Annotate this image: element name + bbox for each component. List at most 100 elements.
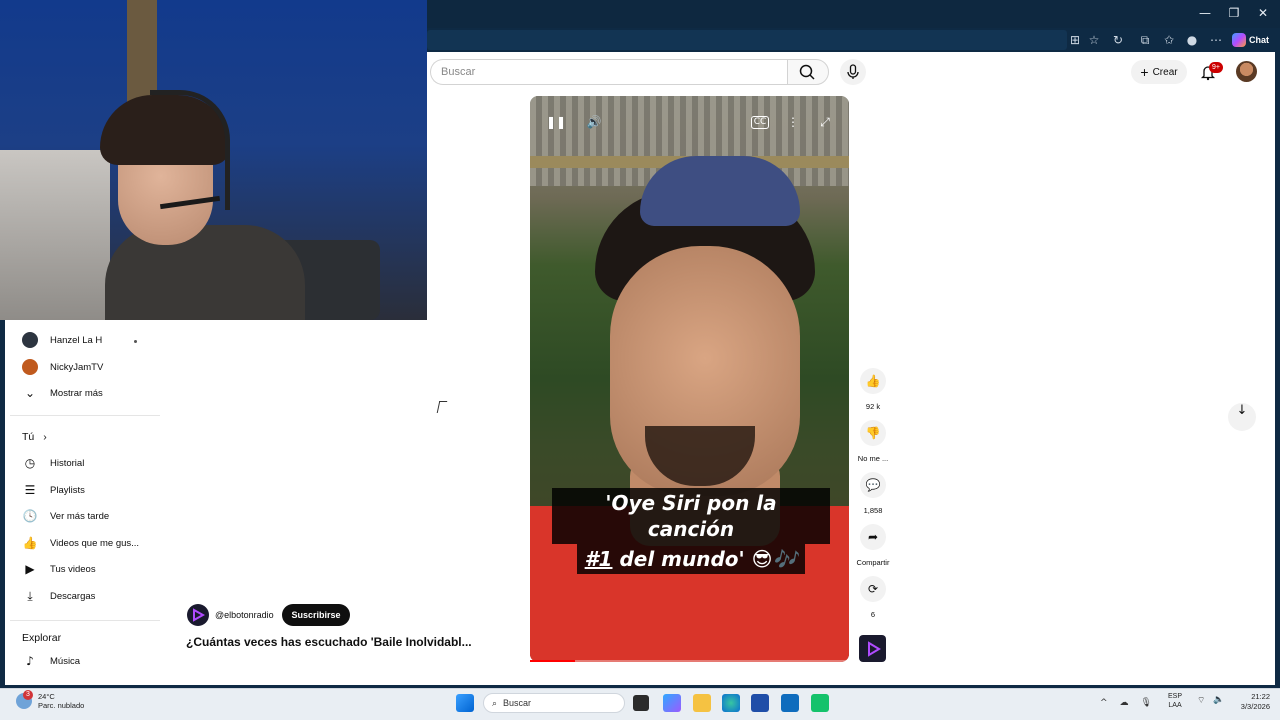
sidebar-item-label: Música bbox=[50, 655, 81, 667]
microphone-icon[interactable]: 🎙 bbox=[1141, 698, 1152, 708]
extensions-icon[interactable]: ⧉ bbox=[1136, 31, 1154, 49]
channel-avatar bbox=[22, 359, 38, 375]
caption-line-1: 'Oye Siri pon la canción bbox=[552, 488, 830, 544]
clock-time: 21:22 bbox=[1251, 692, 1270, 701]
address-bar[interactable] bbox=[427, 30, 1067, 50]
remix-count: 6 bbox=[870, 610, 876, 619]
comments-button[interactable]: 💬 bbox=[860, 472, 886, 498]
refresh-icon[interactable]: ↻ bbox=[1109, 31, 1127, 49]
copilot-app-icon[interactable] bbox=[663, 694, 681, 712]
volume-icon[interactable]: 🔊 bbox=[584, 112, 604, 132]
task-view-icon[interactable] bbox=[633, 695, 649, 711]
sidebar-you-heading[interactable]: Tú › bbox=[22, 431, 47, 443]
store-icon[interactable] bbox=[751, 694, 769, 712]
channel-avatar bbox=[22, 332, 38, 348]
input-language[interactable]: ESP LAA bbox=[1168, 692, 1182, 710]
chevron-up-icon[interactable]: ^ bbox=[1100, 698, 1108, 708]
comment-icon: 💬 bbox=[865, 478, 881, 492]
sidebar-subscription-nickyjam[interactable]: NickyJamTV bbox=[22, 356, 103, 378]
wifi-icon[interactable]: ⌔ bbox=[1197, 695, 1205, 706]
caption-line-2-rest: del mundo' 😎🎶 bbox=[612, 547, 798, 571]
short-channel-name[interactable]: @elbotonradio bbox=[215, 610, 274, 620]
subscribe-button[interactable]: Suscribirse bbox=[282, 604, 350, 626]
close-icon[interactable]: ✕ bbox=[1248, 4, 1278, 22]
caption-line-2: #1 del mundo' 😎🎶 bbox=[576, 544, 806, 574]
like-button[interactable]: 👍 bbox=[860, 368, 886, 394]
weather-temperature: 24°C bbox=[38, 692, 55, 701]
music-icon: ♪ bbox=[26, 654, 34, 668]
short-channel-avatar[interactable] bbox=[187, 604, 209, 626]
comment-count: 1,858 bbox=[863, 506, 883, 515]
sidebar-item-label: Tus videos bbox=[50, 563, 96, 575]
sidebar-subscription-hanzel[interactable]: Hanzel La H bbox=[22, 329, 102, 351]
sidebar-item-playlists[interactable]: ☰ Playlists bbox=[22, 479, 85, 501]
remix-button[interactable]: ⟳ bbox=[860, 576, 886, 602]
sidebar-item-watch-later[interactable]: 🕓 Ver más tarde bbox=[22, 505, 110, 527]
taskbar-search[interactable]: ⌕ Buscar bbox=[483, 693, 625, 713]
next-short-button[interactable]: ↓ bbox=[1228, 403, 1256, 431]
voice-search-button[interactable] bbox=[840, 59, 866, 85]
sidebar-item-downloads[interactable]: ⤓ Descargas bbox=[22, 585, 95, 607]
create-button[interactable]: + Crear bbox=[1131, 60, 1187, 84]
subscription-name: Hanzel La H bbox=[50, 334, 103, 346]
clock-date: 3/3/2026 bbox=[1240, 702, 1270, 711]
screen: — ❐ ✕ ⊞ ☆ ↻ ⧉ ✩ ● ⋯ Chat Buscar + Crear … bbox=[0, 0, 1280, 720]
account-avatar[interactable] bbox=[1236, 61, 1257, 82]
pause-icon[interactable]: ❚❚ bbox=[546, 112, 566, 132]
video-caption-overlay: 'Oye Siri pon la canción #1 del mundo' 😎… bbox=[552, 488, 830, 574]
sidebar-item-liked-videos[interactable]: 👍 Videos que me gus... bbox=[22, 532, 140, 554]
history-icon: ◷ bbox=[24, 456, 36, 470]
sidebar-item-your-videos[interactable]: ▶ Tus videos bbox=[22, 558, 96, 580]
dislike-label: No me ... bbox=[857, 454, 889, 463]
thumbs-down-icon: 👎 bbox=[865, 426, 881, 440]
edge-icon[interactable] bbox=[722, 694, 740, 712]
app-icon[interactable] bbox=[811, 694, 829, 712]
sidebar-show-more[interactable]: ⌄ Mostrar más bbox=[22, 382, 103, 404]
more-options-icon[interactable]: ⋯ bbox=[1207, 31, 1225, 49]
search-icon: ⌕ bbox=[492, 697, 498, 708]
thumbs-up-icon: 👍 bbox=[865, 374, 881, 388]
sidebar-item-music[interactable]: ♪ Música bbox=[22, 650, 80, 672]
copilot-chat-button[interactable]: Chat bbox=[1232, 31, 1269, 49]
maximize-icon[interactable]: ❐ bbox=[1219, 4, 1249, 22]
sidebar-divider bbox=[10, 620, 160, 621]
search-input[interactable]: Buscar bbox=[430, 59, 787, 85]
downloads-icon: ⤓ bbox=[27, 588, 33, 603]
favorite-star-icon[interactable]: ☆ bbox=[1085, 31, 1103, 49]
taskbar-clock[interactable]: 21:22 3/3/2026 bbox=[1232, 692, 1270, 712]
start-icon[interactable] bbox=[456, 694, 474, 712]
captions-icon[interactable]: CC bbox=[751, 116, 769, 129]
sidebar-item-label: Historial bbox=[50, 457, 85, 469]
profile-icon[interactable]: ● bbox=[1183, 31, 1201, 49]
play-logo-icon bbox=[867, 640, 881, 657]
weather-alert-badge: 3 bbox=[23, 690, 33, 700]
taskbar-search-label: Buscar bbox=[503, 698, 532, 708]
notification-count-badge: 9+ bbox=[1209, 62, 1223, 73]
share-label: Compartir bbox=[856, 558, 890, 567]
network-app-icon[interactable]: ☁ bbox=[1120, 698, 1129, 708]
fullscreen-icon[interactable]: ⤢ bbox=[815, 112, 835, 132]
outlook-icon[interactable] bbox=[781, 694, 799, 712]
liked-videos-icon: 👍 bbox=[22, 536, 38, 550]
share-button[interactable]: ➦ bbox=[860, 524, 886, 550]
app-available-icon[interactable]: ⊞ bbox=[1066, 31, 1084, 49]
lang-line-1: ESP bbox=[1168, 693, 1183, 700]
sidebar-explore-heading: Explorar bbox=[22, 632, 62, 644]
sidebar-item-historial[interactable]: ◷ Historial bbox=[22, 452, 85, 474]
favorites-icon[interactable]: ✩ bbox=[1160, 31, 1178, 49]
system-tray: ^ ☁ 🎙 bbox=[1100, 692, 1152, 714]
plus-icon: + bbox=[1140, 64, 1149, 80]
sidebar-item-label: Descargas bbox=[50, 590, 96, 602]
arrow-down-icon: ↓ bbox=[1236, 403, 1248, 418]
dislike-button[interactable]: 👎 bbox=[860, 420, 886, 446]
sound-thumbnail[interactable] bbox=[859, 635, 886, 662]
search-button[interactable] bbox=[787, 59, 829, 85]
video-progress-bar[interactable] bbox=[530, 660, 849, 662]
short-video-player[interactable] bbox=[530, 96, 849, 662]
minimize-icon[interactable]: — bbox=[1190, 4, 1220, 22]
file-explorer-icon[interactable] bbox=[693, 694, 711, 712]
more-vert-icon[interactable]: ⋮ bbox=[783, 112, 803, 132]
speaker-icon[interactable]: 🔈 bbox=[1213, 695, 1224, 705]
short-title[interactable]: ¿Cuántas veces has escuchado 'Baile Inol… bbox=[186, 635, 472, 649]
sidebar-item-label: Ver más tarde bbox=[50, 510, 110, 522]
